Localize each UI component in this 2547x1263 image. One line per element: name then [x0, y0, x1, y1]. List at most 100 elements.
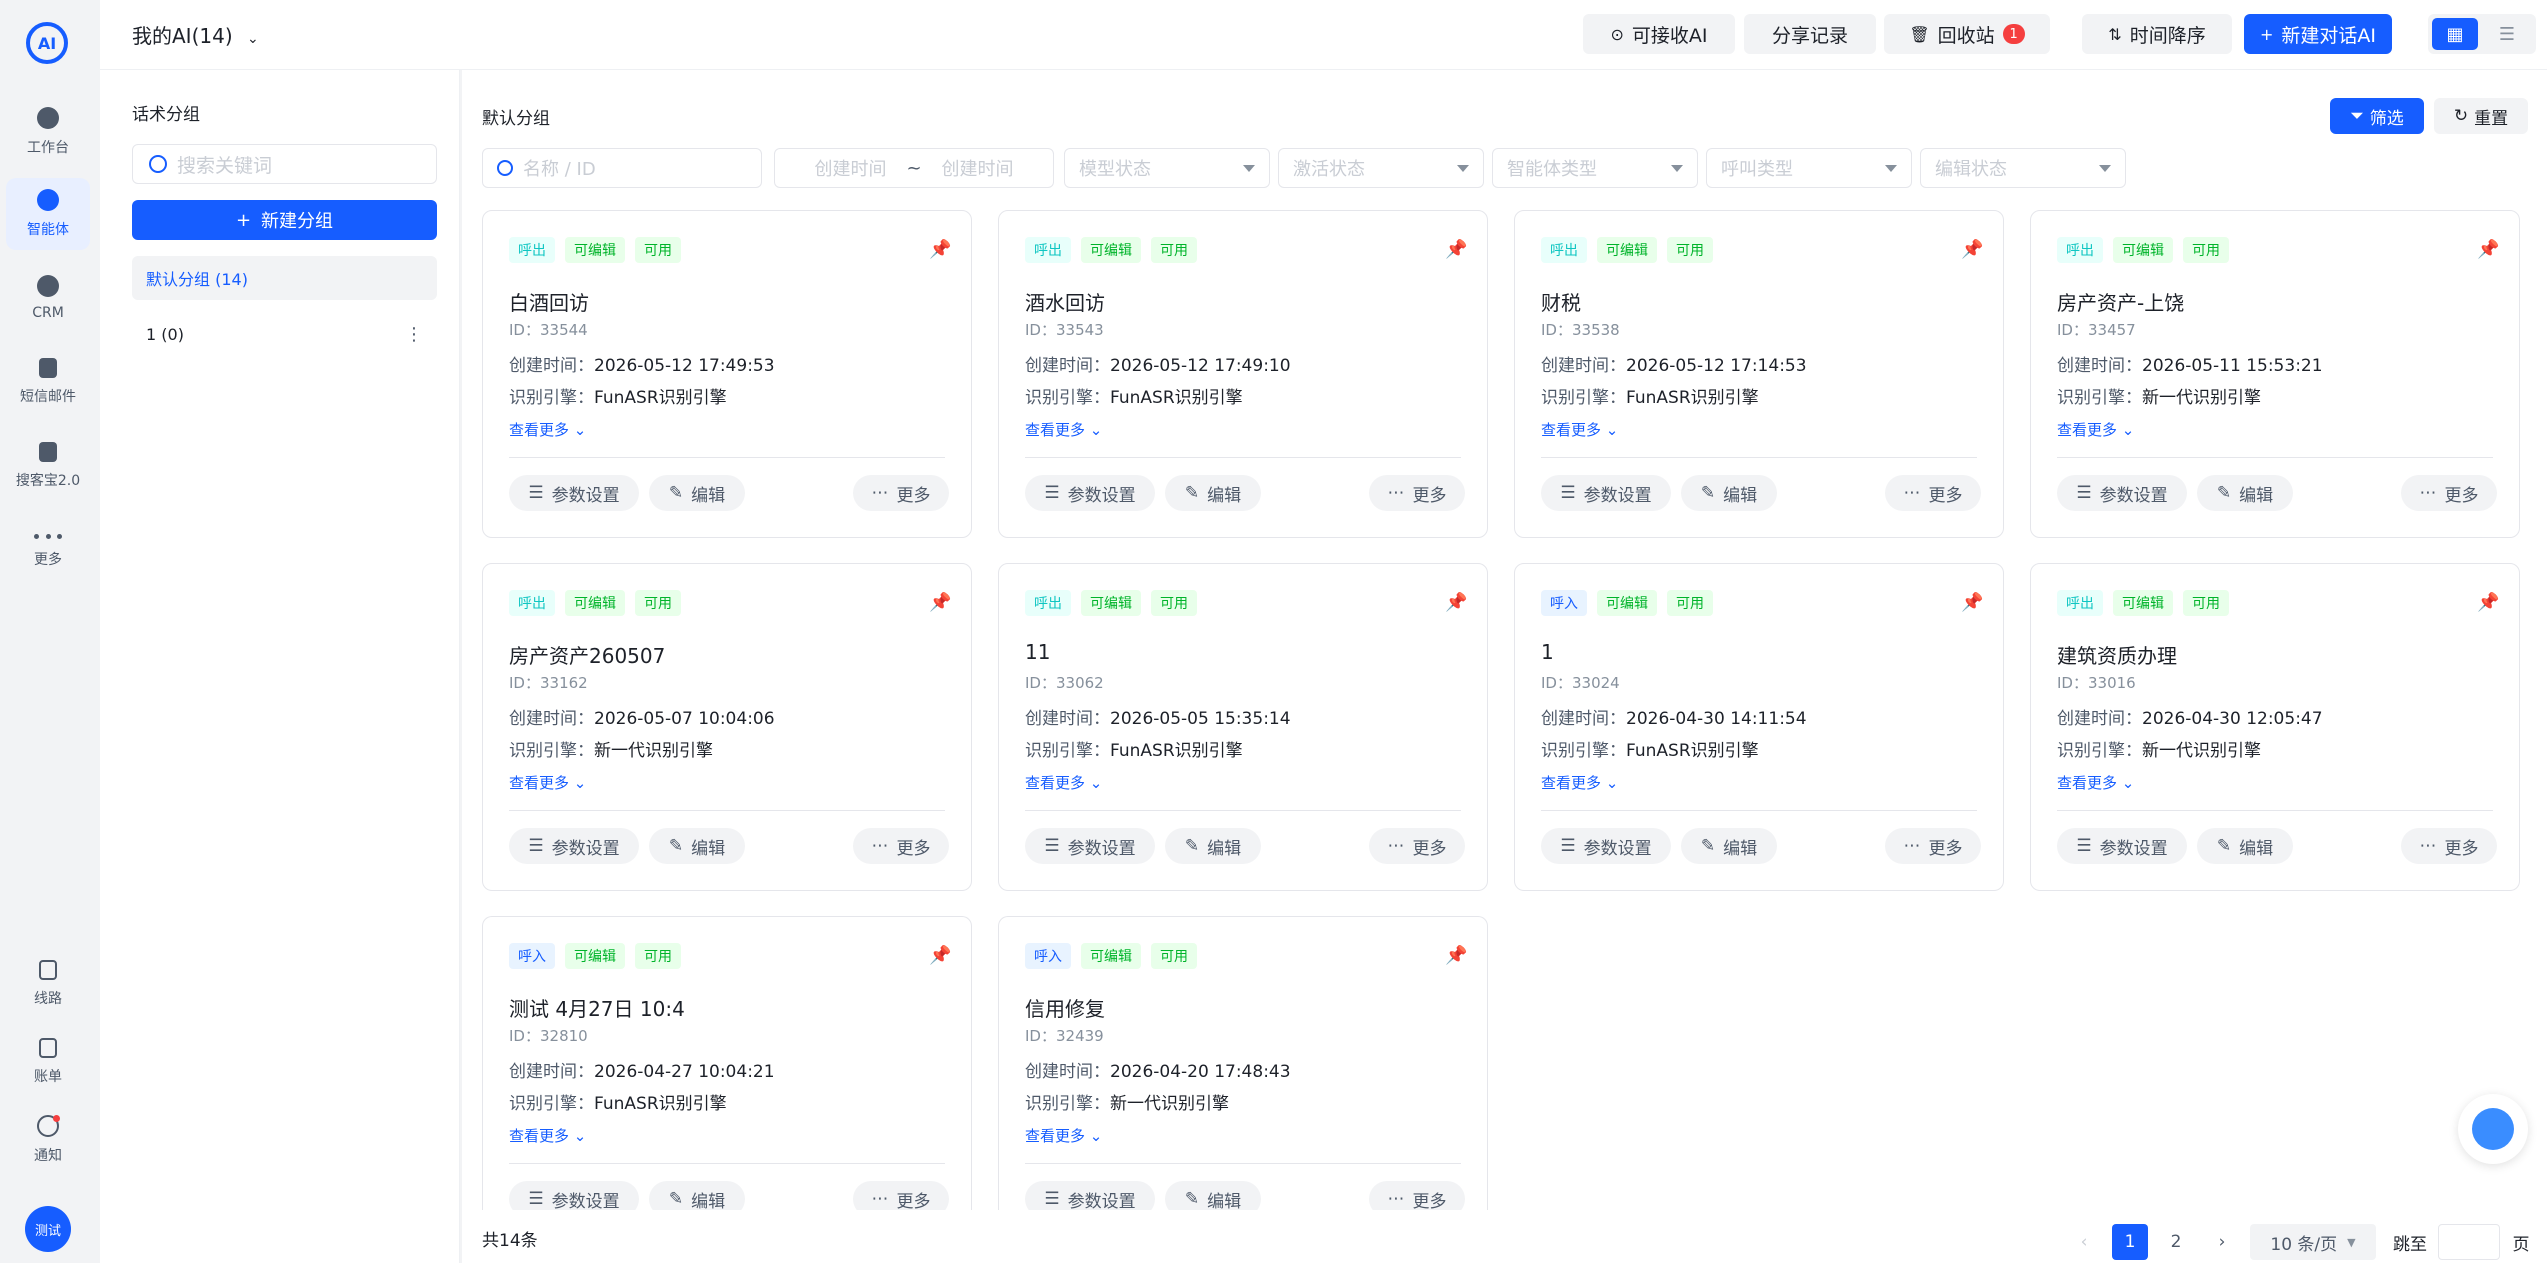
new-ai-button[interactable]: + 新建对话AI: [2244, 14, 2392, 54]
agent-type-select[interactable]: 智能体类型: [1492, 148, 1698, 188]
agent-card[interactable]: 呼出 可编辑 可用 📌 酒水回访 ID：33543 创建时间：2026-05-12 17:4…: [998, 210, 1488, 538]
page-2-button[interactable]: 2: [2158, 1224, 2194, 1260]
more-button[interactable]: ⋯ 更多: [1369, 475, 1465, 511]
see-more-link[interactable]: 查看更多 ⌄: [509, 772, 586, 793]
params-button[interactable]: ☰ 参数设置: [509, 475, 639, 511]
agent-card[interactable]: 呼出 可编辑 可用 📌 11 ID：33062 创建时间：2026-05-05 15:35:…: [998, 563, 1488, 891]
edit-status-select[interactable]: 编辑状态: [1920, 148, 2126, 188]
pin-icon[interactable]: 📌: [1445, 592, 1467, 614]
nav-item-crm[interactable]: CRM: [6, 262, 90, 334]
pin-icon[interactable]: 📌: [929, 592, 951, 614]
card-title[interactable]: 信用修复: [1025, 993, 1105, 1022]
pin-icon[interactable]: 📌: [1445, 945, 1467, 967]
params-button[interactable]: ☰ 参数设置: [1025, 475, 1155, 511]
see-more-link[interactable]: 查看更多 ⌄: [1025, 772, 1102, 793]
my-ai-dropdown[interactable]: 我的AI(14) ⌄: [132, 20, 259, 49]
nav-item-agent[interactable]: 智能体: [6, 178, 90, 250]
see-more-link[interactable]: 查看更多 ⌄: [509, 419, 586, 440]
card-title[interactable]: 11: [1025, 640, 1050, 664]
edit-button[interactable]: ✎ 编辑: [1165, 828, 1261, 864]
card-title[interactable]: 白酒回访: [509, 287, 589, 316]
see-more-link[interactable]: 查看更多 ⌄: [1025, 419, 1102, 440]
next-page-button[interactable]: ›: [2204, 1224, 2240, 1260]
app-logo-icon[interactable]: AI: [26, 22, 68, 64]
agent-card[interactable]: 呼出 可编辑 可用 📌 房产资产-上饶 ID：33457 创建时间：2026-05-11 1…: [2030, 210, 2520, 538]
agent-card[interactable]: 呼出 可编辑 可用 📌 建筑资质办理 ID：33016 创建时间：2026-04-30 12…: [2030, 563, 2520, 891]
card-title[interactable]: 酒水回访: [1025, 287, 1105, 316]
see-more-link[interactable]: 查看更多 ⌄: [2057, 772, 2134, 793]
edit-button[interactable]: ✎ 编辑: [1681, 828, 1777, 864]
reset-button[interactable]: ↻ 重置: [2434, 98, 2528, 134]
params-button[interactable]: ☰ 参数设置: [509, 1181, 639, 1210]
card-title[interactable]: 测试 4月27日 10:4: [509, 993, 685, 1022]
nav-item-more[interactable]: 更多: [6, 514, 90, 586]
nav-item-message[interactable]: 短信邮件: [6, 346, 90, 418]
more-button[interactable]: ⋯ 更多: [1369, 828, 1465, 864]
created-time-range[interactable]: 创建时间 ~ 创建时间: [774, 148, 1054, 188]
params-button[interactable]: ☰ 参数设置: [1541, 828, 1671, 864]
avatar[interactable]: 测试: [25, 1206, 71, 1252]
nav-item-route[interactable]: 线路: [6, 948, 90, 1020]
pin-icon[interactable]: 📌: [2477, 592, 2499, 614]
nav-item-notify[interactable]: 通知: [6, 1104, 90, 1176]
assistant-float-button[interactable]: [2458, 1094, 2528, 1164]
params-button[interactable]: ☰ 参数设置: [1541, 475, 1671, 511]
nav-item-search-customer[interactable]: 搜客宝2.0: [6, 430, 90, 502]
grid-view-icon[interactable]: ▦: [2432, 18, 2478, 50]
new-group-button[interactable]: + 新建分组: [132, 200, 437, 240]
list-view-icon[interactable]: ☰: [2484, 18, 2530, 50]
edit-button[interactable]: ✎ 编辑: [1681, 475, 1777, 511]
see-more-link[interactable]: 查看更多 ⌄: [509, 1125, 586, 1146]
goto-page-input[interactable]: [2438, 1224, 2500, 1260]
agent-card[interactable]: 呼入 可编辑 可用 📌 信用修复 ID：32439 创建时间：2026-04-20 17:4…: [998, 916, 1488, 1210]
agent-card[interactable]: 呼入 可编辑 可用 📌 测试 4月27日 10:4 ID：32810 创建时间：2026-0…: [482, 916, 972, 1210]
more-button[interactable]: ⋯ 更多: [853, 1181, 949, 1210]
edit-button[interactable]: ✎ 编辑: [2197, 828, 2293, 864]
pin-icon[interactable]: 📌: [2477, 239, 2499, 261]
params-button[interactable]: ☰ 参数设置: [1025, 1181, 1155, 1210]
params-button[interactable]: ☰ 参数设置: [1025, 828, 1155, 864]
recycle-bin-button[interactable]: 🗑 回收站 1: [1884, 14, 2050, 54]
nav-item-bill[interactable]: 账单: [6, 1026, 90, 1098]
edit-button[interactable]: ✎ 编辑: [649, 828, 745, 864]
filter-button[interactable]: ⏷ 筛选: [2330, 98, 2424, 134]
more-button[interactable]: ⋯ 更多: [853, 828, 949, 864]
page-1-button[interactable]: 1: [2112, 1224, 2148, 1260]
agent-card[interactable]: 呼出 可编辑 可用 📌 财税 ID：33538 创建时间：2026-05-12 17:14:…: [1514, 210, 2004, 538]
page-size-select[interactable]: 10 条/页 ▼: [2250, 1224, 2376, 1260]
activation-status-select[interactable]: 激活状态: [1278, 148, 1484, 188]
see-more-link[interactable]: 查看更多 ⌄: [1025, 1125, 1102, 1146]
edit-button[interactable]: ✎ 编辑: [1165, 1181, 1261, 1210]
card-title[interactable]: 房产资产-上饶: [2057, 287, 2184, 316]
edit-button[interactable]: ✎ 编辑: [2197, 475, 2293, 511]
see-more-link[interactable]: 查看更多 ⌄: [2057, 419, 2134, 440]
params-button[interactable]: ☰ 参数设置: [2057, 828, 2187, 864]
model-status-select[interactable]: 模型状态: [1064, 148, 1270, 188]
pin-icon[interactable]: 📌: [929, 239, 951, 261]
card-title[interactable]: 1: [1541, 640, 1554, 664]
share-record-button[interactable]: 分享记录: [1744, 14, 1876, 54]
receivable-ai-button[interactable]: ⊙ 可接收AI: [1583, 14, 1735, 54]
more-button[interactable]: ⋯ 更多: [1369, 1181, 1465, 1210]
agent-card[interactable]: 呼出 可编辑 可用 📌 房产资产260507 ID：33162 创建时间：2026-05-0…: [482, 563, 972, 891]
edit-button[interactable]: ✎ 编辑: [649, 1181, 745, 1210]
see-more-link[interactable]: 查看更多 ⌄: [1541, 772, 1618, 793]
group-item-default[interactable]: 默认分组 (14): [132, 256, 437, 300]
card-title[interactable]: 财税: [1541, 287, 1581, 316]
agent-card[interactable]: 呼入 可编辑 可用 📌 1 ID：33024 创建时间：2026-04-30 14:11:5…: [1514, 563, 2004, 891]
more-button[interactable]: ⋯ 更多: [1885, 475, 1981, 511]
see-more-link[interactable]: 查看更多 ⌄: [1541, 419, 1618, 440]
edit-button[interactable]: ✎ 编辑: [1165, 475, 1261, 511]
name-id-search-input[interactable]: 名称 / ID: [482, 148, 762, 188]
card-title[interactable]: 建筑资质办理: [2057, 640, 2177, 669]
prev-page-button[interactable]: ‹: [2066, 1224, 2102, 1260]
nav-item-workbench[interactable]: 工作台: [6, 96, 90, 168]
vertical-more-icon[interactable]: ⋮: [405, 324, 423, 345]
more-button[interactable]: ⋯ 更多: [853, 475, 949, 511]
agent-card[interactable]: 呼出 可编辑 可用 📌 白酒回访 ID：33544 创建时间：2026-05-12 17:4…: [482, 210, 972, 538]
group-item-1[interactable]: 1 (0) ⋮: [132, 312, 437, 356]
pin-icon[interactable]: 📌: [1445, 239, 1467, 261]
edit-button[interactable]: ✎ 编辑: [649, 475, 745, 511]
card-title[interactable]: 房产资产260507: [509, 640, 665, 669]
pin-icon[interactable]: 📌: [929, 945, 951, 967]
